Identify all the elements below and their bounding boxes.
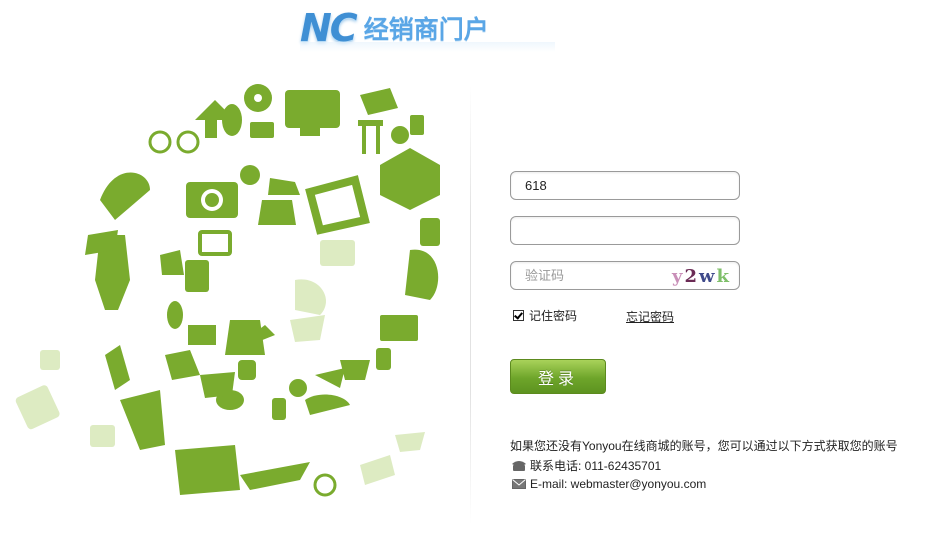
shoe-2-icon	[200, 372, 235, 398]
folder-icon	[188, 325, 216, 345]
megaphone-icon	[160, 250, 184, 275]
faded-item-icon	[40, 350, 60, 370]
faded-item-4-icon	[395, 432, 425, 452]
captcha-image[interactable]: y 2 w k	[672, 265, 731, 287]
monitor-stand-icon	[300, 128, 320, 136]
captcha-char: 2	[684, 265, 700, 287]
guitar-icon	[222, 104, 242, 136]
account-info-text: 如果您还没有Yonyou在线商城的账号，您可以通过以下方式获取您的账号	[510, 439, 898, 453]
bicycle-icon	[148, 130, 172, 154]
box-icon	[380, 148, 440, 210]
phone-line: 联系电话: 011-62435701	[512, 457, 661, 474]
username-input[interactable]	[511, 172, 725, 199]
tv-frame-icon	[305, 175, 370, 235]
dress-icon	[105, 345, 130, 390]
tools-icon	[315, 368, 345, 388]
forgot-password-link[interactable]: 忘记密码	[626, 308, 674, 325]
jar-icon	[420, 218, 440, 246]
faded-item-3-icon	[360, 455, 395, 485]
remember-label: 记住密码	[529, 309, 578, 323]
violin-icon	[100, 172, 150, 220]
logo-title: 经销商门户	[363, 15, 489, 44]
login-button[interactable]: 登录	[510, 359, 606, 394]
remember-checkbox[interactable]	[513, 310, 524, 321]
stool-icon	[289, 379, 307, 397]
shoe-icon	[305, 394, 350, 415]
alarm-clock-2-icon	[240, 165, 260, 185]
airplane-icon	[240, 462, 310, 490]
faded-monitor-icon	[320, 240, 355, 266]
envelope-icon	[512, 479, 526, 489]
captcha-field-wrapper: y 2 w k	[510, 261, 740, 290]
vertical-divider	[470, 85, 471, 525]
bag-icon	[175, 445, 240, 495]
faded-dress-icon	[295, 279, 326, 315]
shirt-icon	[165, 350, 200, 380]
price-tag-icon	[360, 88, 398, 115]
bottle-icon	[272, 398, 286, 420]
mp3-player-icon	[185, 260, 209, 292]
violin-small-icon	[167, 301, 183, 329]
password-input[interactable]	[511, 217, 725, 244]
ipod-icon	[376, 348, 391, 370]
ring-icon	[313, 473, 337, 497]
username-field-wrapper	[510, 171, 740, 200]
faded-phone-icon	[15, 385, 60, 430]
table-icon	[358, 120, 383, 126]
phone-icon	[512, 460, 526, 471]
camera-small-icon	[250, 122, 274, 138]
chair-icon	[405, 249, 439, 300]
sneaker-icon	[268, 178, 300, 195]
captcha-char: w	[699, 265, 717, 287]
remember-password[interactable]: 记住密码	[513, 307, 577, 324]
alarm-clock-icon	[391, 126, 409, 144]
email-line: E-mail: webmaster@yonyou.com	[512, 477, 706, 491]
boot-icon	[120, 390, 165, 450]
mp3-icon	[410, 115, 424, 135]
handbag-icon	[258, 200, 296, 225]
laptop-icon	[380, 315, 418, 341]
logo-reflection	[300, 42, 555, 52]
faded-item-2-icon	[90, 425, 115, 447]
password-field-wrapper	[510, 216, 740, 245]
monitor-small-icon	[198, 230, 232, 256]
email-text: E-mail: webmaster@yonyou.com	[530, 477, 707, 491]
captcha-char: y	[672, 265, 685, 287]
captcha-char: k	[716, 265, 731, 287]
phone-text: 联系电话: 011-62435701	[530, 459, 662, 473]
product-spiral-illustration	[15, 84, 440, 497]
monitor-icon	[285, 90, 340, 128]
faded-bag-icon	[290, 315, 325, 342]
